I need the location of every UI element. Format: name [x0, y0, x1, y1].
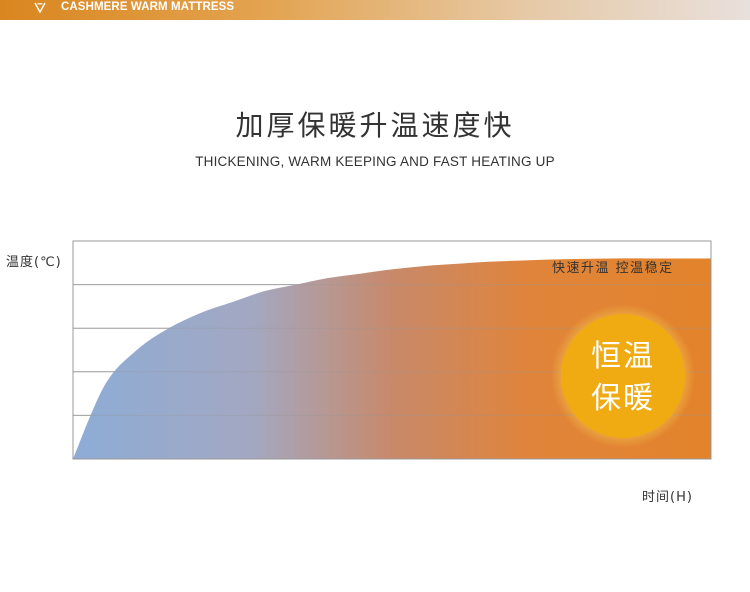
temperature-chart: 快速升温 控温稳定 恒温 保暖: [72, 240, 712, 460]
badge-text-line: 恒温: [591, 339, 655, 374]
badge-circle: [561, 314, 685, 438]
badge-text-line: 保暖: [591, 381, 655, 416]
chart-annotation: 快速升温 控温稳定: [552, 260, 674, 276]
constant-temp-badge: 恒温 保暖: [551, 304, 695, 448]
